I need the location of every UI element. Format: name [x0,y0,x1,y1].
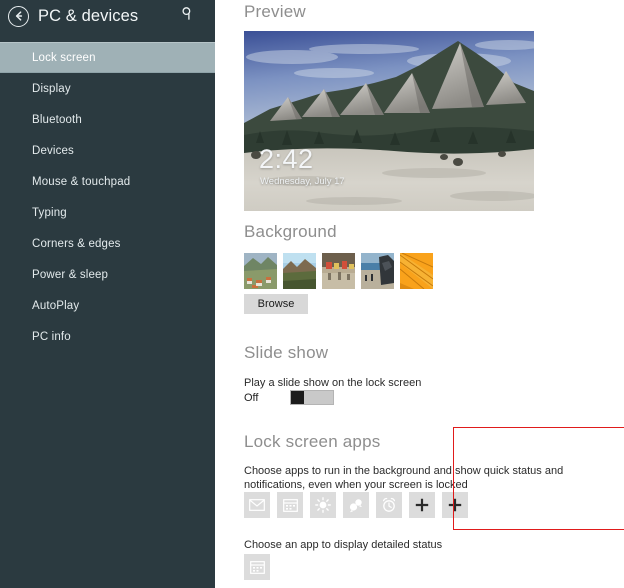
detailed-status-app-calendar-icon[interactable] [244,554,270,580]
lock-screen-clock: 2:42 [259,144,314,174]
background-section-title: Background [244,222,337,241]
background-thumbnail-list [244,253,433,289]
detailed-status-description: Choose an app to display detailed status [244,539,443,551]
sidebar-item-power-sleep[interactable]: Power & sleep [0,259,215,290]
weather-icon[interactable] [310,492,336,518]
lock-screen-date: Wednesday, July 17 [260,176,345,187]
slide-show-toggle-row: Off [244,390,334,405]
messaging-icon[interactable] [343,492,369,518]
sidebar-item-pc-info[interactable]: PC info [0,321,215,352]
lock-screen-preview-image: 2:42 Wednesday, July 17 [244,31,534,211]
sidebar-header: PC & devices [0,0,215,32]
slide-show-toggle-state: Off [244,391,259,404]
sidebar-item-label: PC info [32,330,71,343]
sidebar-item-corners-edges[interactable]: Corners & edges [0,228,215,259]
sidebar-item-bluetooth[interactable]: Bluetooth [0,104,215,135]
sidebar-item-autoplay[interactable]: AutoPlay [0,290,215,321]
sidebar-item-label: Bluetooth [32,113,82,126]
orange-abstract-thumbnail[interactable] [400,253,433,289]
market-street-thumbnail[interactable] [322,253,355,289]
sidebar-item-devices[interactable]: Devices [0,135,215,166]
sidebar-item-label: Mouse & touchpad [32,175,131,188]
page-title: PC & devices [38,6,139,25]
sidebar-item-label: Devices [32,144,74,157]
slide-show-toggle[interactable] [290,390,334,405]
sidebar-item-label: Typing [32,206,67,219]
back-arrow-circle-icon[interactable] [8,5,29,27]
sidebar-item-label: Corners & edges [32,237,121,250]
lock-screen-apps-list [244,492,468,518]
lock-screen-apps-section-title: Lock screen apps [244,432,381,451]
sidebar-item-lock-screen[interactable]: Lock screen [0,42,215,73]
lock-screen-apps-description: Choose apps to run in the background and… [244,465,564,491]
sidebar-item-label: Display [32,82,71,95]
mountain-landscape-thumbnail[interactable] [283,253,316,289]
calendar-icon[interactable] [277,492,303,518]
sidebar-item-label: AutoPlay [32,299,80,312]
toggle-knob [291,391,304,404]
add-lock-screen-app-button-2[interactable] [442,492,468,518]
coastal-beach-thumbnail[interactable] [361,253,394,289]
sidebar-item-display[interactable]: Display [0,73,215,104]
pc-settings-window: PC & devices Lock screen Display Bluetoo… [0,0,624,588]
sidebar-item-label: Lock screen [32,51,96,64]
slide-show-section-title: Slide show [244,343,329,362]
mountain-village-thumbnail[interactable] [244,253,277,289]
sidebar: PC & devices Lock screen Display Bluetoo… [0,0,215,588]
settings-content-pane: Preview 2:42 Wednesday, July 17 Backgrou… [215,0,624,588]
sidebar-nav-list: Lock screen Display Bluetooth Devices Mo… [0,42,215,352]
sidebar-item-mouse-touchpad[interactable]: Mouse & touchpad [0,166,215,197]
sidebar-item-label: Power & sleep [32,268,109,281]
search-icon[interactable] [181,7,195,26]
mail-icon[interactable] [244,492,270,518]
sidebar-item-typing[interactable]: Typing [0,197,215,228]
browse-button[interactable]: Browse [244,294,308,314]
preview-section-title: Preview [244,2,306,21]
add-lock-screen-app-button-1[interactable] [409,492,435,518]
alarm-icon[interactable] [376,492,402,518]
slide-show-description: Play a slide show on the lock screen [244,377,422,389]
